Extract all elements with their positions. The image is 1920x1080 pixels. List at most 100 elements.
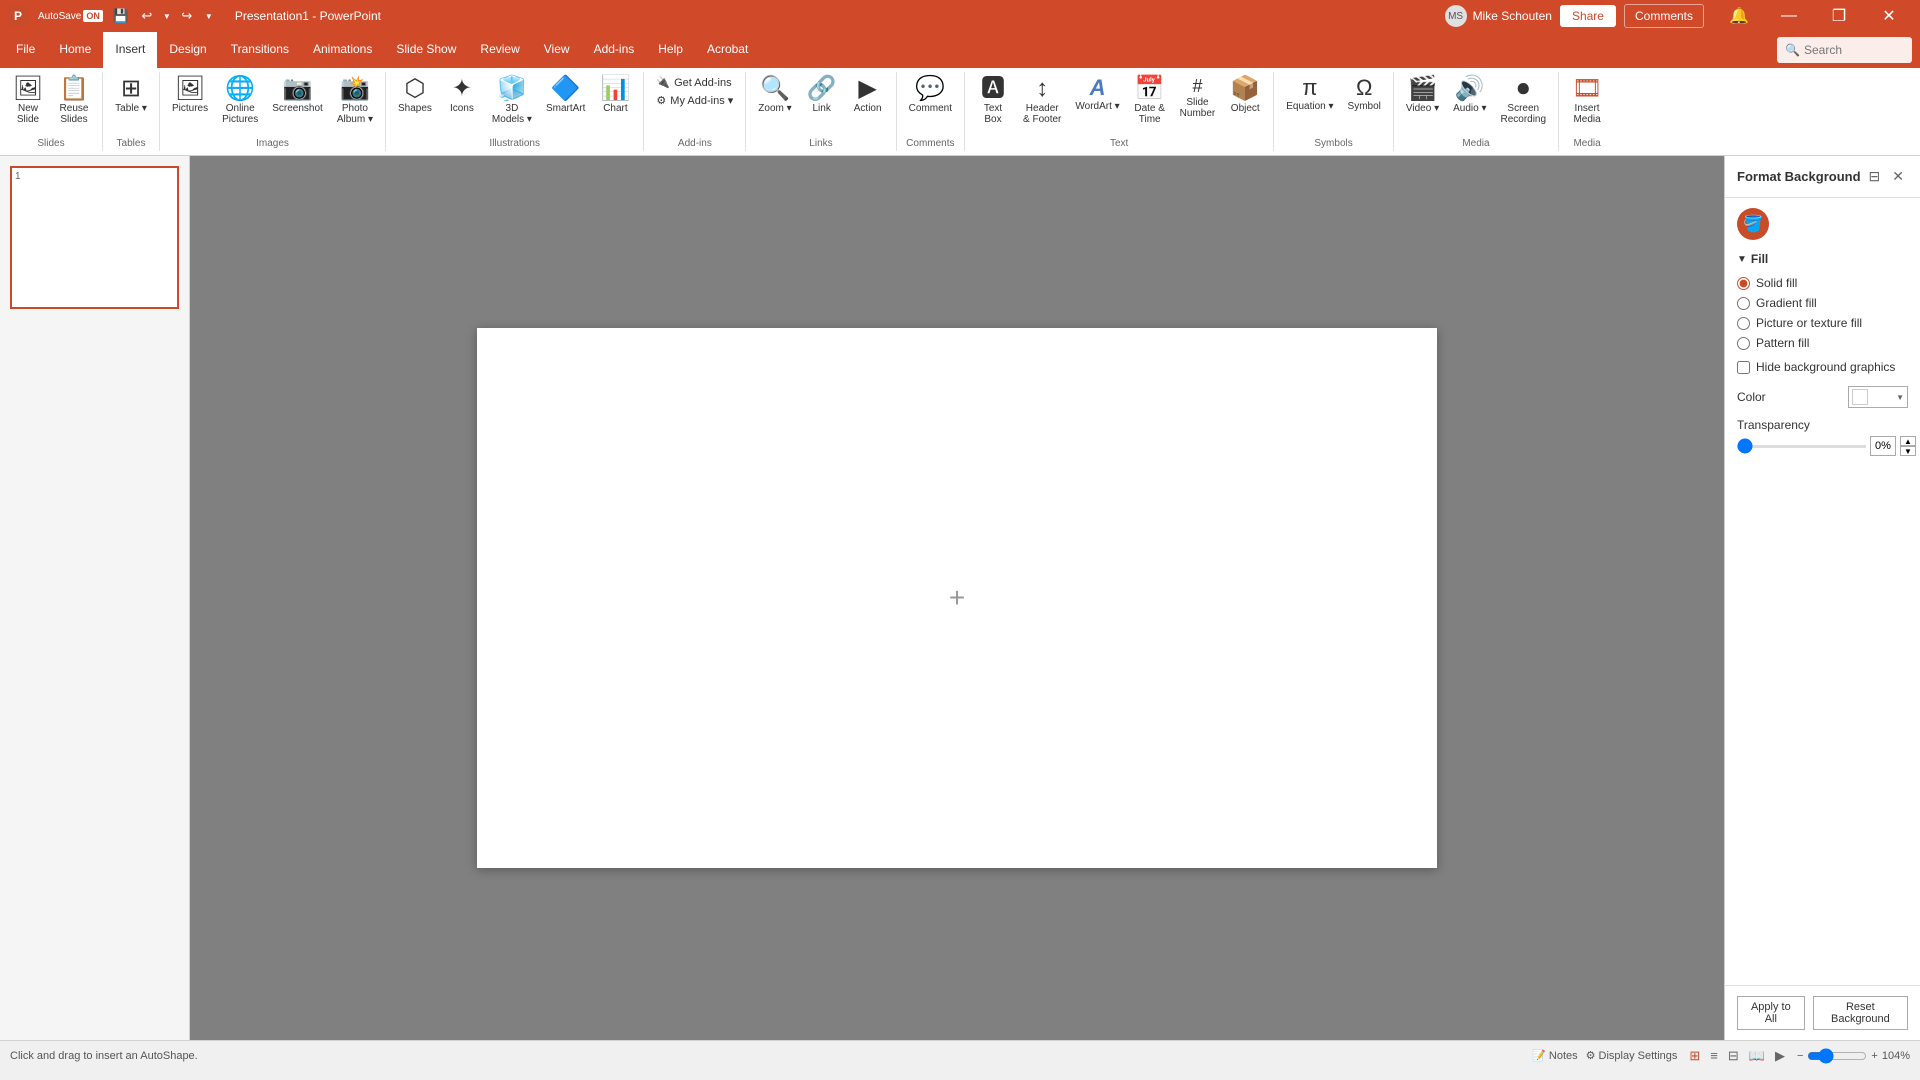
tab-addins[interactable]: Add-ins [582, 32, 647, 68]
get-addins-button[interactable]: 🔌 Get Add-ins [650, 74, 739, 91]
tab-slideshow[interactable]: Slide Show [384, 32, 468, 68]
comments-button[interactable]: Comments [1624, 4, 1704, 28]
restore-button[interactable]: ❐ [1816, 0, 1862, 32]
panel-detach-button[interactable]: ⊟ [1865, 166, 1885, 187]
transparency-increment-button[interactable]: ▲ [1900, 436, 1916, 446]
table-button[interactable]: ⊞ Table ▾ [109, 74, 153, 117]
shapes-button[interactable]: ⬡ Shapes [392, 74, 438, 117]
tables-items: ⊞ Table ▾ [109, 74, 153, 136]
zoom-in-icon[interactable]: + [1871, 1050, 1877, 1062]
search-input[interactable] [1804, 43, 1904, 57]
slideshow-button[interactable]: ▶ [1771, 1046, 1789, 1066]
insert-media-button[interactable]: 🎞 InsertMedia [1565, 74, 1609, 128]
pattern-fill-option[interactable]: Pattern fill [1737, 336, 1908, 350]
smartart-button[interactable]: 🔷 SmartArt [540, 74, 591, 117]
tab-transitions[interactable]: Transitions [219, 32, 301, 68]
equation-button[interactable]: π Equation ▾ [1280, 74, 1339, 115]
picture-texture-option[interactable]: Picture or texture fill [1737, 316, 1908, 330]
gradient-fill-option[interactable]: Gradient fill [1737, 296, 1908, 310]
tab-insert[interactable]: Insert [103, 32, 157, 68]
wordart-button[interactable]: A WordArt ▾ [1069, 74, 1125, 115]
transparency-row: Transparency 0% ▲ ▼ [1737, 418, 1908, 456]
slide-panel[interactable]: 1 [0, 156, 190, 1040]
comment-button[interactable]: 💬 Comment [903, 74, 958, 117]
tab-home[interactable]: Home [47, 32, 103, 68]
display-settings-button[interactable]: ⚙ Display Settings [1586, 1049, 1678, 1062]
tab-help[interactable]: Help [646, 32, 695, 68]
panel-close-button[interactable]: ✕ [1888, 166, 1908, 187]
solid-fill-option[interactable]: Solid fill [1737, 276, 1908, 290]
canvas-area[interactable]: + [190, 156, 1724, 1040]
photo-album-button[interactable]: 📸 PhotoAlbum ▾ [331, 74, 379, 128]
action-button[interactable]: ▶ Action [846, 74, 890, 117]
apply-to-all-button[interactable]: Apply to All [1737, 996, 1805, 1030]
normal-view-button[interactable]: ⊞ [1685, 1046, 1704, 1066]
tab-view[interactable]: View [532, 32, 582, 68]
tab-review[interactable]: Review [468, 32, 531, 68]
reading-view-button[interactable]: 📖 [1745, 1046, 1769, 1066]
tab-animations[interactable]: Animations [301, 32, 384, 68]
symbol-button[interactable]: Ω Symbol [1342, 74, 1387, 115]
header-footer-button[interactable]: ↕ Header& Footer [1017, 74, 1067, 128]
slide-sorter-button[interactable]: ⊟ [1724, 1046, 1743, 1066]
ribbon-group-symbols: π Equation ▾ Ω Symbol Symbols [1274, 72, 1394, 151]
color-label: Color [1737, 390, 1766, 404]
audio-button[interactable]: 🔊 Audio ▾ [1447, 74, 1492, 117]
online-pictures-button[interactable]: 🌐 OnlinePictures [216, 74, 264, 128]
pattern-fill-radio[interactable] [1737, 337, 1750, 350]
transparency-slider[interactable] [1737, 445, 1866, 448]
color-row: Color ▼ [1737, 386, 1908, 408]
3d-models-button[interactable]: 🧊 3DModels ▾ [486, 74, 538, 128]
hide-background-option[interactable]: Hide background graphics [1737, 360, 1908, 374]
ribbon-group-tables: ⊞ Table ▾ Tables [103, 72, 160, 151]
close-button[interactable]: ✕ [1866, 0, 1912, 32]
zoom-button[interactable]: 🔍 Zoom ▾ [752, 74, 797, 117]
date-time-button[interactable]: 📅 Date &Time [1128, 74, 1172, 128]
redo-button[interactable]: ↪ [175, 4, 199, 28]
tab-file[interactable]: File [4, 32, 47, 68]
comments-group-label: Comments [906, 136, 954, 149]
screenshot-button[interactable]: 📷 Screenshot [266, 74, 329, 117]
color-dropdown-arrow-icon: ▼ [1896, 393, 1904, 402]
gradient-fill-radio[interactable] [1737, 297, 1750, 310]
link-button[interactable]: 🔗 Link [800, 74, 844, 117]
video-button[interactable]: 🎬 Video ▾ [1400, 74, 1445, 117]
hide-background-checkbox[interactable] [1737, 361, 1750, 374]
online-pictures-icon: 🌐 [225, 77, 255, 101]
minimize-button[interactable]: — [1766, 0, 1812, 32]
panel-title: Format Background [1737, 169, 1861, 184]
object-button[interactable]: 📦 Object [1223, 74, 1267, 117]
tab-acrobat[interactable]: Acrobat [695, 32, 760, 68]
chart-button[interactable]: 📊 Chart [593, 74, 637, 117]
notification-icon[interactable]: 🔔 [1716, 0, 1762, 32]
reuse-slides-button[interactable]: 📋 ReuseSlides [52, 74, 96, 128]
fill-section-header[interactable]: ▼ Fill [1737, 250, 1908, 268]
transparency-decrement-button[interactable]: ▼ [1900, 446, 1916, 456]
reset-background-button[interactable]: Reset Background [1813, 996, 1908, 1030]
new-slide-button[interactable]: 🖼 NewSlide [6, 74, 50, 128]
undo-button[interactable]: ↩ [135, 4, 159, 28]
my-addins-button[interactable]: ⚙ My Add-ins ▾ [650, 92, 739, 109]
date-time-icon: 📅 [1135, 77, 1165, 101]
undo-dropdown[interactable]: ▼ [161, 4, 173, 28]
text-box-button[interactable]: 🅰 TextBox [971, 74, 1015, 128]
slide-canvas[interactable]: + [477, 328, 1437, 868]
save-button[interactable]: 💾 [109, 4, 133, 28]
picture-texture-radio[interactable] [1737, 317, 1750, 330]
slide-number-button[interactable]: # SlideNumber [1174, 74, 1222, 122]
outline-view-button[interactable]: ≡ [1706, 1046, 1722, 1065]
share-button[interactable]: Share [1560, 5, 1616, 27]
customize-qa-button[interactable]: ▼ [201, 4, 217, 28]
color-picker-button[interactable]: ▼ [1848, 386, 1908, 408]
pictures-button[interactable]: 🖼 Pictures [166, 74, 214, 117]
slide-thumbnail-1[interactable]: 1 [10, 166, 179, 309]
tab-design[interactable]: Design [157, 32, 218, 68]
autosave-toggle[interactable]: AutoSave ON [34, 4, 107, 28]
screen-recording-button[interactable]: ⏺ ScreenRecording [1494, 74, 1552, 128]
icons-button[interactable]: ✦ Icons [440, 74, 484, 117]
solid-fill-radio[interactable] [1737, 277, 1750, 290]
zoom-slider[interactable] [1807, 1048, 1867, 1064]
zoom-out-icon[interactable]: − [1797, 1050, 1803, 1062]
chart-icon: 📊 [600, 77, 630, 101]
notes-button[interactable]: 📝 Notes [1532, 1049, 1577, 1062]
